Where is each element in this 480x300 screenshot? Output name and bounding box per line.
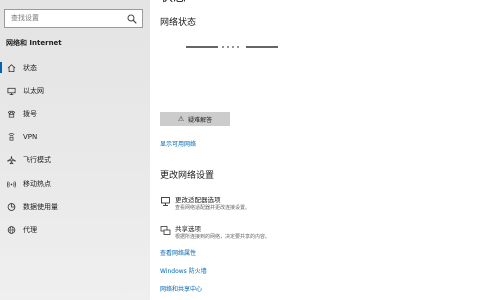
- search-icon[interactable]: [127, 14, 137, 24]
- change-network-settings-heading: 更改网络设置: [160, 171, 215, 181]
- airplane-icon: [7, 156, 16, 165]
- sidebar: 查找设置 网络和 Internet 状态 以太网 拨号 VPN 飞行模式 移动热…: [0, 0, 150, 300]
- sidebar-item-proxy[interactable]: 代理: [0, 218, 150, 241]
- globe-icon: [7, 226, 16, 234]
- sidebar-item-airplane-mode[interactable]: 飞行模式: [0, 149, 150, 172]
- sidebar-item-label: VPN: [23, 133, 38, 142]
- sidebar-item-label: 以太网: [23, 86, 44, 95]
- sharing-options[interactable]: 共享选项 根据所连接到的网络，决定要共享的内容。: [160, 223, 460, 245]
- sidebar-item-dialup[interactable]: 拨号: [0, 102, 150, 125]
- sidebar-item-mobile-hotspot[interactable]: 移动热点: [0, 172, 150, 195]
- adapter-icon: [161, 197, 170, 206]
- page-title: 状态: [160, 0, 186, 5]
- network-status-heading: 网络状态: [160, 18, 197, 28]
- troubleshoot-button[interactable]: ⚠ 疑难解答: [160, 112, 230, 126]
- option-description: 查看网络适配器并更改连接设置。: [175, 205, 251, 211]
- option-title: 共享选项: [175, 225, 201, 233]
- windows-firewall-link[interactable]: Windows 防火墙: [160, 266, 207, 275]
- sidebar-section-title: 网络和 Internet: [6, 39, 62, 47]
- vpn-icon: [8, 133, 15, 141]
- option-description: 根据所连接到的网络，决定要共享的内容。: [175, 234, 271, 240]
- home-icon: [7, 63, 16, 72]
- hotspot-icon: [7, 180, 16, 188]
- sidebar-item-label: 数据使用量: [23, 202, 58, 211]
- ethernet-icon: [7, 87, 16, 95]
- sidebar-item-vpn[interactable]: VPN: [0, 126, 150, 149]
- sidebar-item-ethernet[interactable]: 以太网: [0, 79, 150, 102]
- network-connection-diagram: [186, 46, 278, 48]
- data-usage-icon: [7, 202, 16, 211]
- sidebar-item-data-usage[interactable]: 数据使用量: [0, 195, 150, 218]
- warning-icon: ⚠: [177, 115, 185, 123]
- sidebar-nav: 状态 以太网 拨号 VPN 飞行模式 移动热点 数据使用量 代理: [0, 56, 150, 242]
- option-title: 更改适配器选项: [175, 196, 221, 204]
- network-properties-link[interactable]: 查看网络属性: [160, 248, 196, 257]
- search-placeholder: 查找设置: [11, 14, 39, 22]
- show-available-networks-link[interactable]: 显示可用网络: [160, 139, 196, 148]
- change-adapter-options[interactable]: 更改适配器选项 查看网络适配器并更改连接设置。: [160, 194, 460, 216]
- dialup-icon: [7, 110, 16, 118]
- search-input[interactable]: 查找设置: [4, 9, 143, 28]
- sidebar-item-label: 拨号: [23, 109, 37, 118]
- sharing-icon: [160, 226, 171, 235]
- sidebar-item-label: 移动热点: [23, 179, 51, 188]
- active-indicator: [0, 62, 2, 73]
- network-sharing-center-link[interactable]: 网络和共享中心: [160, 284, 202, 293]
- sidebar-item-label: 飞行模式: [23, 156, 51, 165]
- main-content: 状态 网络状态 ⚠ 疑难解答 显示可用网络 更改网络设置 更改适配器选项 查看网…: [150, 0, 480, 300]
- sidebar-item-status[interactable]: 状态: [0, 56, 150, 79]
- sidebar-item-label: 代理: [23, 225, 37, 234]
- troubleshoot-label: 疑难解答: [188, 116, 213, 124]
- sidebar-item-label: 状态: [23, 63, 37, 72]
